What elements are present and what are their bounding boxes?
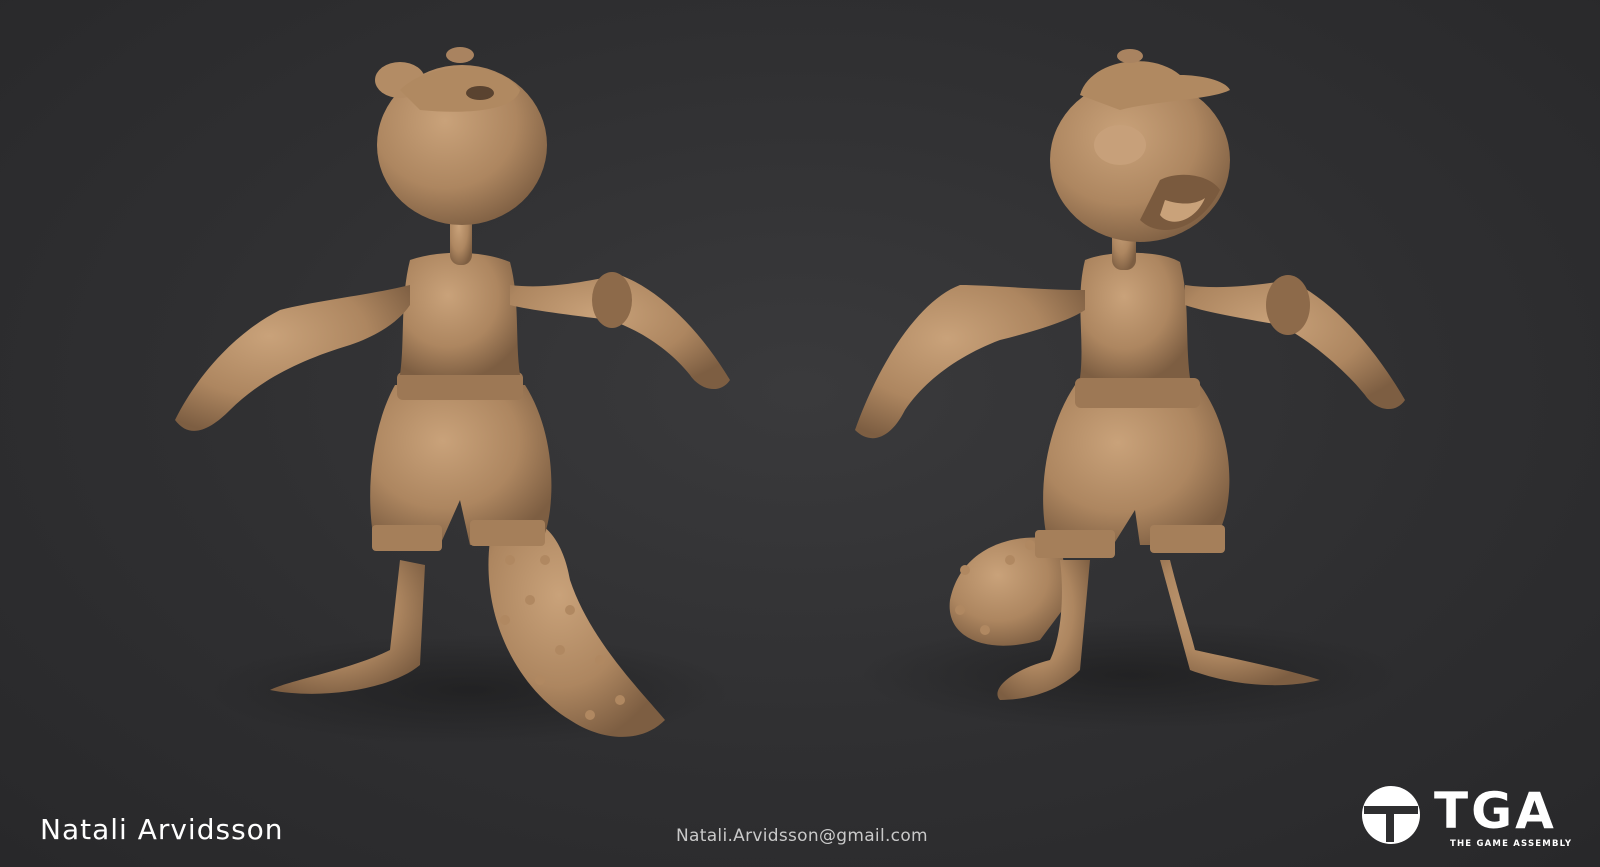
tga-logo-icon bbox=[1362, 786, 1420, 844]
tga-logo: TGA THE GAME ASSEMBLY bbox=[1360, 782, 1573, 854]
sculpt-renders bbox=[175, 47, 1405, 745]
character-front-view bbox=[855, 49, 1405, 730]
logo-wordmark: TGA bbox=[1434, 782, 1557, 840]
render-canvas: Natali Arvidsson Natali.Arvidsson@gmail.… bbox=[0, 0, 1600, 867]
contact-email: Natali.Arvidsson@gmail.com bbox=[676, 826, 928, 846]
character-back-view bbox=[175, 47, 730, 745]
logo-tagline: THE GAME ASSEMBLY bbox=[1450, 839, 1573, 849]
artist-name: Natali Arvidsson bbox=[40, 813, 284, 846]
